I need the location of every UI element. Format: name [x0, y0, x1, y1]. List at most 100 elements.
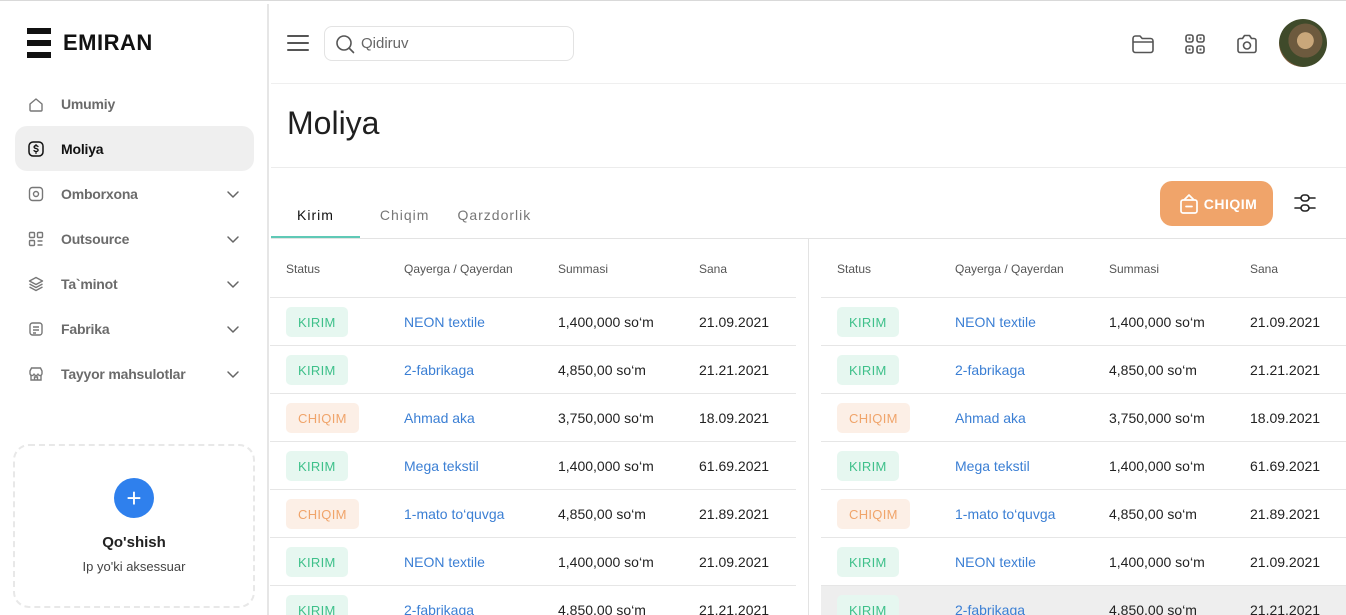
sidebar-item-label: Tayyor mahsulotlar [61, 365, 186, 382]
column-header[interactable]: Qayerga / Qayerdan [955, 262, 1064, 276]
date-cell: 61.69.2021 [699, 458, 770, 474]
add-button[interactable]: + [114, 478, 154, 518]
status-badge: CHIQIM [837, 499, 910, 529]
tab-qarzdorlik[interactable]: Qarzdorlik [443, 193, 557, 238]
table-row[interactable]: KIRIM NEON textile 1,400,000 so‘m 21.09.202… [270, 298, 796, 346]
party-link[interactable]: Mega tekstil [955, 458, 1030, 474]
chevron-down-icon[interactable] [224, 275, 242, 293]
party-link[interactable]: 2-fabrikaga [404, 362, 474, 378]
table-row[interactable]: KIRIM 2-fabrikaga 4,850,00 so‘m 21.21.2021 [270, 586, 796, 615]
party-link[interactable]: 2-fabrikaga [955, 602, 1025, 615]
search-box[interactable] [324, 26, 574, 61]
column-header[interactable]: Sana [699, 262, 727, 276]
sidebar-item-label: Outsource [61, 230, 130, 247]
party-link[interactable]: 1-mato to‘quvga [955, 506, 1055, 522]
chiqim-button[interactable]: CHIQIM [1160, 181, 1273, 226]
chevron-down-icon[interactable] [224, 185, 242, 203]
party-link[interactable]: Ahmad aka [955, 410, 1026, 426]
status-badge: KIRIM [837, 355, 899, 385]
date-cell: 21.21.2021 [1250, 362, 1321, 378]
party-link[interactable]: Mega tekstil [404, 458, 479, 474]
sidebar: EMIRAN Umumiy Moliya Omborxona Outsource Ta`… [0, 4, 269, 615]
column-header[interactable]: Sana [1250, 262, 1278, 276]
search-input[interactable] [361, 35, 561, 52]
chevron-down-icon[interactable] [224, 230, 242, 248]
date-cell: 21.89.2021 [1250, 506, 1321, 522]
box-icon [27, 185, 45, 203]
chevron-down-icon[interactable] [224, 320, 242, 338]
amount-cell: 1,400,000 so‘m [1109, 554, 1205, 570]
party-link[interactable]: 2-fabrikaga [955, 362, 1025, 378]
brand-logo[interactable]: EMIRAN [27, 28, 153, 58]
table-row[interactable]: CHIQIM 1-mato to‘quvga 4,850,00 so‘m 21.89.… [821, 490, 1346, 538]
party-link[interactable]: Ahmad aka [404, 410, 475, 426]
amount-cell: 4,850,00 so‘m [558, 362, 646, 378]
party-link[interactable]: NEON textile [404, 314, 485, 330]
wallet-minus-icon [1179, 193, 1198, 214]
table-row[interactable]: KIRIM NEON textile 1,400,000 so‘m 21.09.202… [821, 298, 1346, 346]
party-link[interactable]: NEON textile [955, 314, 1036, 330]
add-card[interactable]: + Qo'shish Ip yo'ki aksessuar [13, 444, 255, 608]
camera-icon[interactable] [1234, 31, 1260, 57]
date-cell: 21.09.2021 [699, 554, 770, 570]
chiqim-button-label: CHIQIM [1203, 195, 1258, 212]
amount-cell: 4,850,00 so‘m [1109, 506, 1197, 522]
status-badge: KIRIM [286, 451, 348, 481]
table-row[interactable]: KIRIM 2-fabrikaga 4,850,00 so‘m 21.21.2021 [270, 346, 796, 394]
add-card-title: Qo'shish [102, 534, 166, 551]
party-link[interactable]: NEON textile [955, 554, 1036, 570]
sidebar-item-tayyor-mahsulotlar[interactable]: Tayyor mahsulotlar [15, 351, 254, 396]
tab-chiqim[interactable]: Chiqim [360, 193, 444, 238]
sidebar-item-outsource[interactable]: Outsource [15, 216, 254, 261]
table-row[interactable]: KIRIM 2-fabrikaga 4,850,00 so‘m 21.21.2021 [821, 586, 1346, 615]
table-row[interactable]: KIRIM 2-fabrikaga 4,850,00 so‘m 21.21.2021 [821, 346, 1346, 394]
sidebar-item-umumiy[interactable]: Umumiy [15, 81, 254, 126]
amount-cell: 1,400,000 so‘m [1109, 314, 1205, 330]
sidebar-item-fabrika[interactable]: Fabrika [15, 306, 254, 351]
tab-bar: Kirim Chiqim Qarzdorlik [271, 193, 557, 239]
search-icon [336, 34, 355, 53]
date-cell: 21.21.2021 [699, 362, 770, 378]
table-row[interactable]: KIRIM Mega tekstil 1,400,000 so‘m 61.69.202… [270, 442, 796, 490]
amount-cell: 4,850,00 so‘m [1109, 362, 1197, 378]
status-badge: KIRIM [837, 595, 899, 615]
menu-toggle-icon[interactable] [287, 35, 309, 51]
column-header[interactable]: Summasi [1109, 262, 1159, 276]
date-cell: 21.21.2021 [699, 602, 770, 615]
table-row[interactable]: KIRIM Mega tekstil 1,400,000 so‘m 61.69.202… [821, 442, 1346, 490]
sidebar-item-label: Fabrika [61, 320, 110, 337]
sidebar-item-moliya[interactable]: Moliya [15, 126, 254, 171]
date-cell: 21.09.2021 [1250, 554, 1321, 570]
grid-icon [27, 230, 45, 248]
column-header[interactable]: Status [286, 262, 320, 276]
party-link[interactable]: NEON textile [404, 554, 485, 570]
status-badge: KIRIM [286, 547, 348, 577]
tab-kirim[interactable]: Kirim [271, 193, 360, 238]
date-cell: 61.69.2021 [1250, 458, 1321, 474]
sidebar-item-ta-minot[interactable]: Ta`minot [15, 261, 254, 306]
date-cell: 21.89.2021 [699, 506, 770, 522]
column-header[interactable]: Summasi [558, 262, 608, 276]
sidebar-item-omborxona[interactable]: Omborxona [15, 171, 254, 216]
column-header[interactable]: Qayerga / Qayerdan [404, 262, 513, 276]
party-link[interactable]: 1-mato to‘quvga [404, 506, 504, 522]
table-row[interactable]: CHIQIM Ahmad aka 3,750,000 so‘m 18.09.2021 [270, 394, 796, 442]
date-cell: 21.21.2021 [1250, 602, 1321, 615]
amount-cell: 4,850,00 so‘m [558, 602, 646, 615]
table-row[interactable]: KIRIM NEON textile 1,400,000 so‘m 21.09.202… [821, 538, 1346, 586]
chevron-down-icon[interactable] [224, 365, 242, 383]
table-row[interactable]: CHIQIM Ahmad aka 3,750,000 so‘m 18.09.2021 [821, 394, 1346, 442]
filter-settings-icon[interactable] [1293, 191, 1317, 215]
status-badge: CHIQIM [286, 403, 359, 433]
table-row[interactable]: KIRIM NEON textile 1,400,000 so‘m 21.09.202… [270, 538, 796, 586]
column-header[interactable]: Status [837, 262, 871, 276]
amount-cell: 1,400,000 so‘m [1109, 458, 1205, 474]
store-icon [27, 365, 45, 383]
table-row[interactable]: CHIQIM 1-mato to‘quvga 4,850,00 so‘m 21.89.… [270, 490, 796, 538]
folder-icon[interactable] [1130, 31, 1156, 57]
dollar-icon [27, 140, 45, 158]
qr-scan-icon[interactable] [1182, 31, 1208, 57]
user-avatar[interactable] [1279, 19, 1327, 67]
date-cell: 21.09.2021 [699, 314, 770, 330]
party-link[interactable]: 2-fabrikaga [404, 602, 474, 615]
